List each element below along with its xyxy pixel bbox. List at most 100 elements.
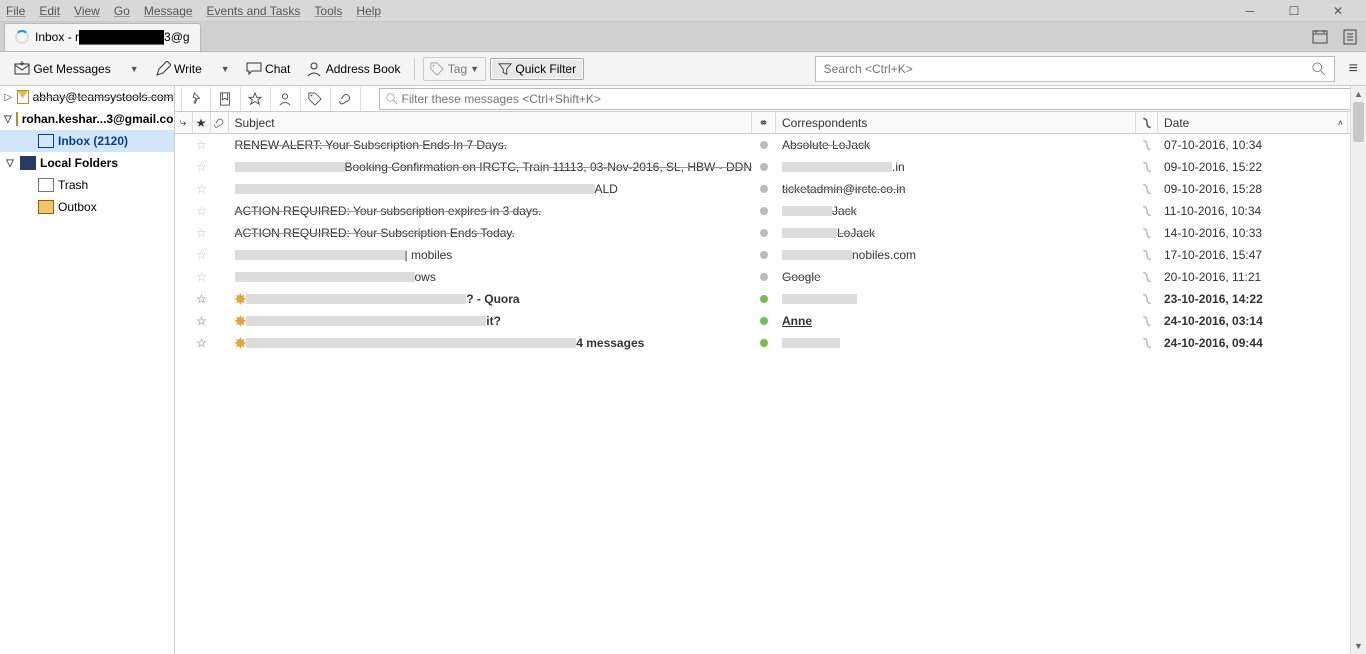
star-icon[interactable]: ☆ <box>196 204 207 218</box>
maximize-button[interactable]: ☐ <box>1272 0 1316 22</box>
filter-attachment-icon[interactable] <box>331 87 361 111</box>
local-folders[interactable]: ▽ Local Folders <box>0 152 174 174</box>
star-cell[interactable]: ☆ <box>193 222 211 244</box>
minimize-button[interactable]: ─ <box>1228 0 1272 22</box>
message-row[interactable]: ☆ACTION REQUIRED: Your Subscription Ends… <box>175 222 1366 244</box>
star-icon[interactable]: ☆ <box>196 292 207 306</box>
star-icon[interactable]: ☆ <box>196 138 207 152</box>
filter-contact-icon[interactable] <box>271 87 301 111</box>
search-input[interactable] <box>824 62 1312 76</box>
message-row[interactable]: ☆✸ it?Anne24-10-2016, 03:14 <box>175 310 1366 332</box>
star-icon[interactable]: ☆ <box>196 248 207 262</box>
star-cell[interactable]: ☆ <box>193 288 211 310</box>
col-thread-icon[interactable]: ⤷ <box>175 112 193 133</box>
filter-unread-icon[interactable] <box>211 87 241 111</box>
star-cell[interactable]: ☆ <box>193 244 211 266</box>
message-row[interactable]: ☆ ALDticketadmin@irctc.co.in09-10-2016, … <box>175 178 1366 200</box>
address-book-button[interactable]: Address Book <box>300 57 406 81</box>
message-row[interactable]: ☆✸ 4 messages24-10-2016, 09:44 <box>175 332 1366 354</box>
star-icon[interactable]: ☆ <box>196 336 207 350</box>
tag-button[interactable]: Tag▼ <box>423 57 486 81</box>
menu-view[interactable]: View <box>74 4 100 18</box>
account-1[interactable]: ▷ abhay@teamsystools.com <box>0 86 174 108</box>
read-cell[interactable] <box>752 332 776 354</box>
message-row[interactable]: ☆owsGoogle20-10-2016, 11:21 <box>175 266 1366 288</box>
message-row[interactable]: ☆Booking Confirmation on IRCTC, Train 11… <box>175 156 1366 178</box>
read-cell[interactable] <box>752 244 776 266</box>
star-cell[interactable]: ☆ <box>193 156 211 178</box>
message-row[interactable]: ☆ | mobilesnobiles.com17-10-2016, 15:47 <box>175 244 1366 266</box>
read-cell[interactable] <box>752 200 776 222</box>
star-cell[interactable]: ☆ <box>193 266 211 288</box>
star-icon[interactable]: ☆ <box>196 160 207 174</box>
menu-tools[interactable]: Tools <box>314 4 342 18</box>
folder-outbox[interactable]: Outbox <box>0 196 174 218</box>
read-cell[interactable] <box>752 156 776 178</box>
account-2[interactable]: ▽ rohan.keshar...3@gmail.com <box>0 108 174 130</box>
message-row[interactable]: ☆✸ ? - Quora23-10-2016, 14:22 <box>175 288 1366 310</box>
message-row[interactable]: ☆RENEW ALERT: Your Subscription Ends In … <box>175 134 1366 156</box>
read-cell[interactable] <box>752 310 776 332</box>
star-cell[interactable]: ☆ <box>193 332 211 354</box>
read-cell[interactable] <box>752 266 776 288</box>
col-date[interactable]: Date ˄ <box>1158 112 1348 133</box>
read-status-icon[interactable] <box>760 141 768 149</box>
filter-star-icon[interactable] <box>241 87 271 111</box>
menu-help[interactable]: Help <box>356 4 381 18</box>
star-icon[interactable]: ☆ <box>196 226 207 240</box>
col-correspondents[interactable]: Correspondents <box>776 112 1136 133</box>
scroll-thumb[interactable] <box>1353 102 1364 142</box>
write-dropdown[interactable]: ▼ <box>212 60 236 78</box>
read-cell[interactable] <box>752 178 776 200</box>
write-button[interactable]: Write <box>149 57 208 81</box>
col-subject[interactable]: Subject <box>229 112 753 133</box>
tab-inbox[interactable]: Inbox - r██████████3@g <box>4 23 201 51</box>
filter-pin-icon[interactable] <box>181 87 211 111</box>
star-cell[interactable]: ☆ <box>193 200 211 222</box>
col-read-icon[interactable]: ⚭ <box>752 112 776 133</box>
message-filter-box[interactable] <box>379 88 1355 110</box>
app-menu-button[interactable]: ≡ <box>1349 60 1358 78</box>
star-icon[interactable]: ☆ <box>196 314 207 328</box>
menu-go[interactable]: Go <box>114 4 130 18</box>
folder-inbox[interactable]: Inbox (2120) <box>0 130 174 152</box>
col-attachment-icon[interactable] <box>211 112 229 133</box>
star-cell[interactable]: ☆ <box>193 310 211 332</box>
get-messages-button[interactable]: Get Messages <box>8 57 117 81</box>
menu-file[interactable]: File <box>6 4 25 18</box>
col-star-icon[interactable]: ★ <box>193 112 211 133</box>
star-icon[interactable]: ☆ <box>196 270 207 284</box>
chat-button[interactable]: Chat <box>240 57 297 81</box>
read-status-icon[interactable] <box>760 163 768 171</box>
star-icon[interactable]: ☆ <box>196 182 207 196</box>
col-received-icon[interactable] <box>1136 112 1158 133</box>
read-status-icon[interactable] <box>760 251 768 259</box>
menu-events-tasks[interactable]: Events and Tasks <box>207 4 301 18</box>
close-button[interactable]: ✕ <box>1316 0 1360 22</box>
calendar-icon[interactable] <box>1312 29 1328 45</box>
read-cell[interactable] <box>752 134 776 156</box>
read-status-icon[interactable] <box>760 185 768 193</box>
star-cell[interactable]: ☆ <box>193 178 211 200</box>
quick-filter-button[interactable]: Quick Filter <box>490 58 584 80</box>
message-filter-input[interactable] <box>402 92 1348 106</box>
read-status-icon[interactable] <box>760 229 768 237</box>
menu-message[interactable]: Message <box>144 4 193 18</box>
vertical-scrollbar[interactable]: ▲ ▼ <box>1350 86 1366 654</box>
tasks-icon[interactable] <box>1342 29 1358 45</box>
read-cell[interactable] <box>752 288 776 310</box>
global-search[interactable] <box>815 56 1335 82</box>
filter-tag-icon[interactable] <box>301 87 331 111</box>
scroll-down-icon[interactable]: ▼ <box>1351 638 1366 654</box>
read-status-icon[interactable] <box>760 339 768 347</box>
star-cell[interactable]: ☆ <box>193 134 211 156</box>
menu-edit[interactable]: Edit <box>39 4 60 18</box>
read-status-icon[interactable] <box>760 207 768 215</box>
message-row[interactable]: ☆ACTION REQUIRED: Your subscription expi… <box>175 200 1366 222</box>
scroll-up-icon[interactable]: ▲ <box>1351 86 1366 102</box>
folder-trash[interactable]: Trash <box>0 174 174 196</box>
get-messages-dropdown[interactable]: ▼ <box>121 60 145 78</box>
read-cell[interactable] <box>752 222 776 244</box>
read-status-icon[interactable] <box>760 317 768 325</box>
read-status-icon[interactable] <box>760 295 768 303</box>
